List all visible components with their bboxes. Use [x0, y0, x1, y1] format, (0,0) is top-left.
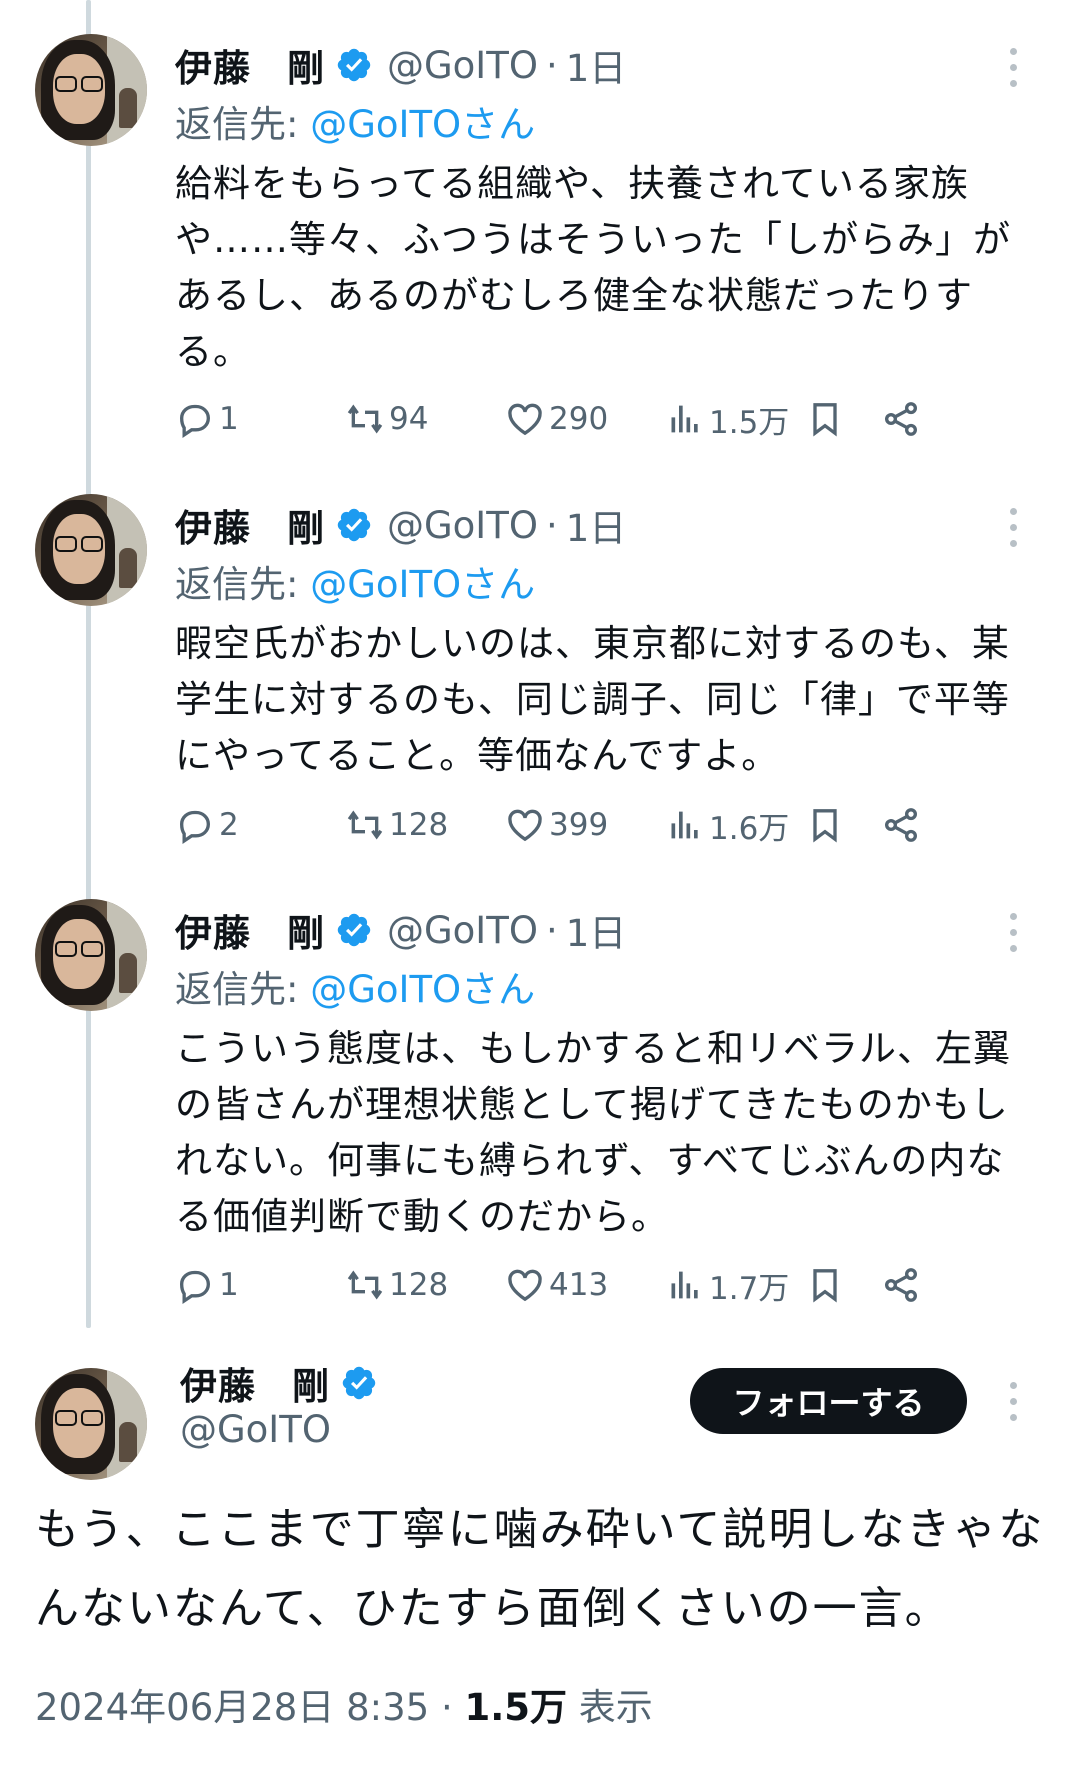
- reply-count: 1: [219, 401, 239, 437]
- tweet-text: こういう態度は、もしかすると和リベラル、左翼の皆さんが理想状態として掲げてきたも…: [175, 1027, 1011, 1238]
- tweet-text: 暇空氏がおかしいのは、東京都に対するのも、某学生に対するのも、同じ調子、同じ「律…: [175, 622, 1010, 777]
- separator: ·: [545, 908, 558, 952]
- retweet-button[interactable]: 128: [345, 800, 448, 850]
- avatar[interactable]: [35, 1368, 147, 1480]
- tweet-header: 伊藤剛 @GoITO · 1日: [175, 498, 627, 552]
- more-icon[interactable]: [1010, 1382, 1020, 1424]
- view-count: 1.6万: [709, 810, 790, 847]
- reply-button[interactable]: 1: [175, 394, 239, 444]
- retweet-button[interactable]: 128: [345, 1260, 448, 1310]
- reply-to: 返信先: @GoITOさん: [175, 103, 536, 146]
- retweet-icon: [347, 1270, 383, 1300]
- reply-to-link[interactable]: @GoITOさん: [310, 968, 535, 1011]
- avatar[interactable]: [35, 34, 147, 146]
- retweet-button[interactable]: 94: [345, 394, 428, 444]
- handle[interactable]: @GoITO: [387, 44, 538, 87]
- views-icon: [671, 1271, 698, 1299]
- retweet-icon: [347, 810, 383, 840]
- like-icon: [508, 809, 542, 842]
- display-name[interactable]: 伊藤剛: [180, 1356, 330, 1410]
- action-bar: 1 128 413 1.7万: [175, 1260, 1025, 1310]
- more-icon[interactable]: [1010, 913, 1020, 955]
- retweet-count: 128: [389, 807, 449, 843]
- share-icon: [885, 1268, 917, 1302]
- bookmark-icon: [813, 1269, 837, 1303]
- tweet-text: 給料をもらってる組織や、扶養されている家族や……等々、ふつうはそういった「しがら…: [175, 162, 1011, 373]
- view-count: 1.5万: [709, 404, 790, 441]
- verified-badge-icon: [337, 913, 371, 947]
- avatar[interactable]: [35, 494, 147, 606]
- like-button[interactable]: 413: [505, 1260, 608, 1310]
- verified-badge-icon: [337, 508, 371, 542]
- view-count: 1.7万: [709, 1270, 790, 1307]
- follow-button[interactable]: フォローする: [690, 1368, 967, 1434]
- verified-badge-icon: [342, 1366, 376, 1400]
- handle[interactable]: @GoITO: [387, 909, 538, 952]
- display-name[interactable]: 伊藤剛: [175, 498, 325, 552]
- reply-to-link[interactable]: @GoITOさん: [310, 563, 535, 606]
- tweet-meta: 2024年06月28日 8:35 · 1.5万 表示: [35, 1677, 653, 1731]
- bookmark-button[interactable]: [805, 394, 849, 444]
- display-name[interactable]: 伊藤剛: [175, 38, 325, 92]
- bookmark-button[interactable]: [805, 800, 849, 850]
- like-button[interactable]: 399: [505, 800, 608, 850]
- more-icon[interactable]: [1010, 508, 1020, 550]
- reply-icon: [179, 404, 211, 438]
- main-tweet-text: もう、ここまで丁寧に噛み砕いて説明しなきゃなんないなんて、ひたすら面倒くさいの一…: [35, 1504, 1045, 1634]
- reply-count: 2: [219, 807, 239, 843]
- timestamp[interactable]: 1日: [566, 38, 627, 92]
- like-icon: [508, 1269, 542, 1302]
- share-button[interactable]: [881, 394, 925, 444]
- post-date[interactable]: 2024年06月28日 8:35: [35, 1686, 429, 1729]
- reply-to: 返信先: @GoITOさん: [175, 968, 536, 1011]
- share-icon: [885, 402, 917, 436]
- reply-to-link[interactable]: @GoITOさん: [310, 103, 535, 146]
- more-icon[interactable]: [1010, 48, 1020, 90]
- like-count: 399: [549, 807, 609, 843]
- timestamp[interactable]: 1日: [566, 903, 627, 957]
- bookmark-button[interactable]: [805, 1260, 849, 1310]
- action-bar: 2 128 399 1.6万: [175, 800, 1025, 850]
- thread-line: [86, 0, 91, 1328]
- share-icon: [885, 808, 917, 842]
- bookmark-icon: [813, 809, 837, 843]
- verified-badge-icon: [337, 48, 371, 82]
- timestamp[interactable]: 1日: [566, 498, 627, 552]
- views-button[interactable]: 1.5万: [665, 394, 789, 444]
- reply-button[interactable]: 2: [175, 800, 239, 850]
- like-count: 290: [549, 401, 609, 437]
- like-button[interactable]: 290: [505, 394, 608, 444]
- reply-to: 返信先: @GoITOさん: [175, 563, 536, 606]
- share-button[interactable]: [881, 1260, 925, 1310]
- views-button[interactable]: 1.6万: [665, 800, 789, 850]
- reply-count: 1: [219, 1267, 239, 1303]
- views-icon: [671, 405, 698, 433]
- handle[interactable]: @GoITO: [180, 1408, 331, 1451]
- tweet-header: 伊藤剛 @GoITO · 1日: [175, 38, 627, 92]
- separator: ·: [440, 1686, 453, 1729]
- reply-button[interactable]: 1: [175, 1260, 239, 1310]
- view-count: 1.5万: [464, 1686, 568, 1729]
- retweet-icon: [347, 404, 383, 434]
- tweet-header: 伊藤剛 @GoITO · 1日: [175, 903, 627, 957]
- avatar[interactable]: [35, 899, 147, 1011]
- like-count: 413: [549, 1267, 609, 1303]
- reply-icon: [179, 1270, 211, 1304]
- retweet-count: 128: [389, 1267, 449, 1303]
- bookmark-icon: [813, 403, 837, 437]
- views-label: 表示: [578, 1686, 653, 1729]
- action-bar: 1 94 290 1.5万: [175, 394, 1025, 444]
- views-button[interactable]: 1.7万: [665, 1260, 789, 1310]
- like-icon: [508, 403, 542, 436]
- handle[interactable]: @GoITO: [387, 504, 538, 547]
- retweet-count: 94: [389, 401, 429, 437]
- display-name[interactable]: 伊藤剛: [175, 903, 325, 957]
- reply-icon: [179, 810, 211, 844]
- share-button[interactable]: [881, 800, 925, 850]
- views-icon: [671, 811, 698, 839]
- separator: ·: [545, 43, 558, 87]
- separator: ·: [545, 503, 558, 547]
